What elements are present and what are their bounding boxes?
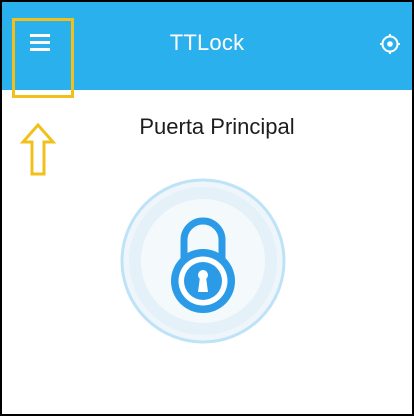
app-title: TTLock	[169, 30, 245, 55]
settings-button[interactable]	[378, 32, 402, 56]
unlock-button[interactable]	[120, 178, 286, 344]
target-settings-icon	[380, 34, 400, 54]
app-bar: TTLock	[2, 2, 412, 90]
lock-name: Puerta Principal	[139, 114, 295, 139]
padlock-icon	[120, 178, 286, 344]
phone-screen: TTLock Puerta Principal	[0, 0, 414, 416]
